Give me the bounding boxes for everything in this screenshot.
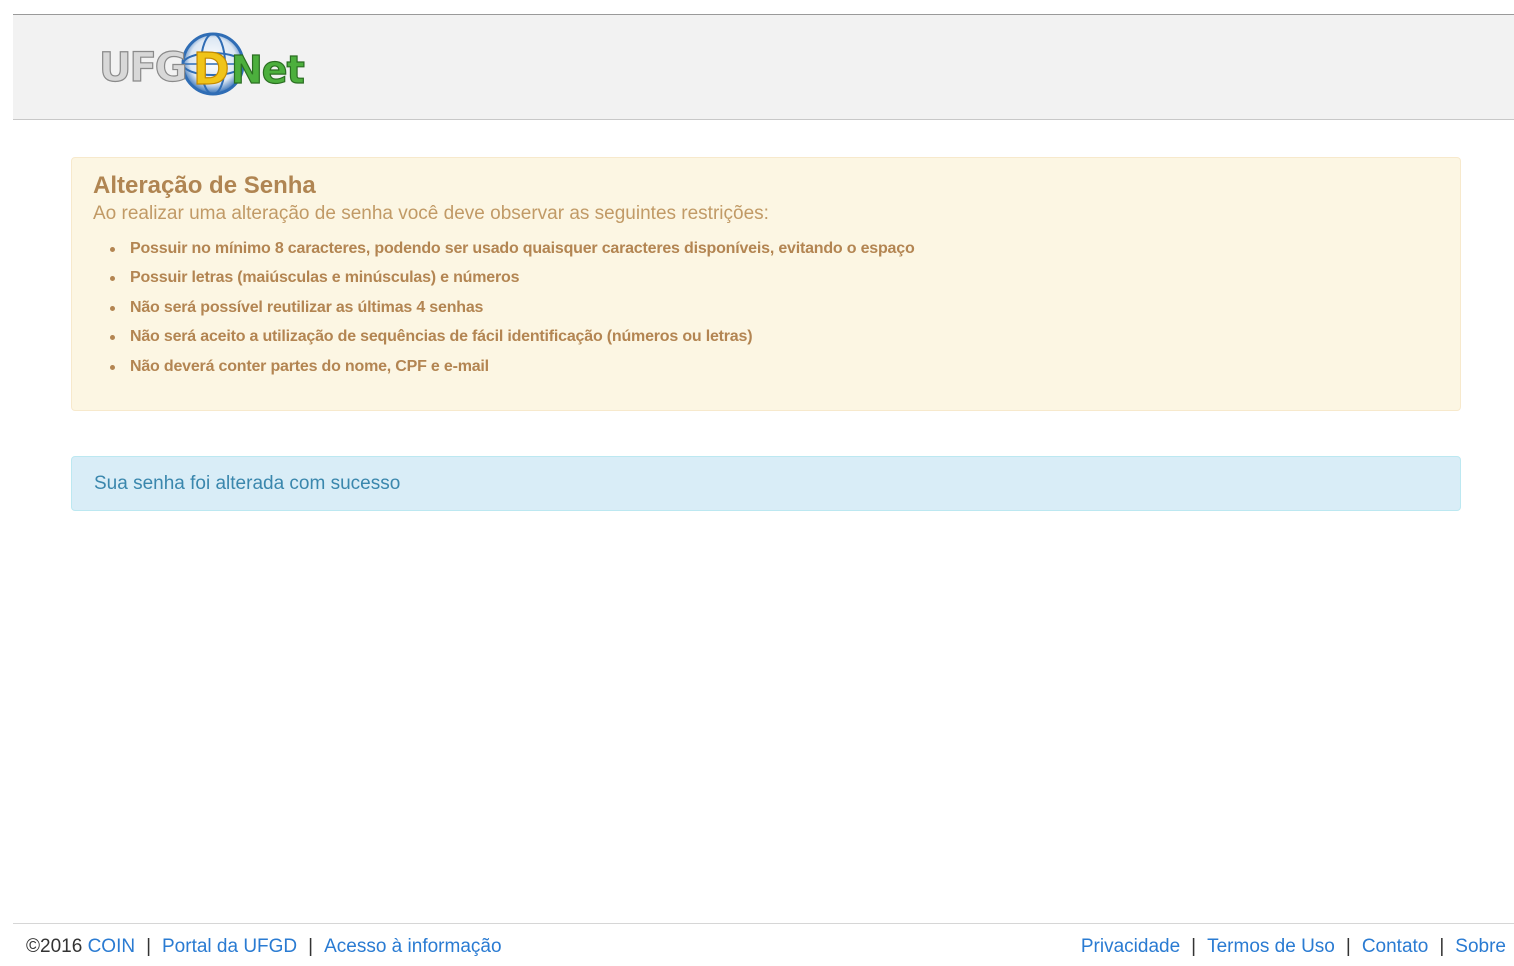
footer-link-contato[interactable]: Contato — [1362, 936, 1429, 957]
list-item: Não deverá conter partes do nome, CPF e … — [93, 352, 1439, 381]
list-item: Possuir no mínimo 8 caracteres, podendo … — [93, 234, 1439, 263]
password-rules-alert: Alteração de Senha Ao realizar uma alter… — [71, 157, 1461, 411]
alert-subtitle: Ao realizar uma alteração de senha você … — [93, 203, 769, 224]
svg-text:Net: Net — [231, 48, 305, 92]
success-alert: Sua senha foi alterada com sucesso — [71, 456, 1461, 511]
list-item: Não será aceito a utilização de sequênci… — [93, 322, 1439, 351]
separator: | — [1345, 936, 1351, 957]
list-item: Possuir letras (maiúsculas e minúsculas)… — [93, 263, 1439, 292]
svg-text:UFG: UFG — [99, 45, 186, 91]
separator: | — [308, 936, 314, 957]
footer-link-termos-de-uso[interactable]: Termos de Uso — [1207, 936, 1335, 957]
footer-right: Privacidade | Termos de Uso | Contato | Sobre — [1081, 936, 1506, 958]
footer-link-sobre[interactable]: Sobre — [1455, 936, 1506, 957]
success-message: Sua senha foi alterada com sucesso — [94, 473, 401, 494]
ufgdnet-logo[interactable]: UFG D Net — [85, 29, 305, 105]
footer-link-portal-ufgd[interactable]: Portal da UFGD — [162, 936, 297, 957]
footer-left: ©2016 COIN | Portal da UFGD | Acesso à infor… — [26, 936, 502, 958]
rule-text: Não será aceito a utilização de sequênci… — [130, 328, 753, 346]
footer-link-coin[interactable]: COIN — [88, 936, 136, 957]
footer: ©2016 COIN | Portal da UFGD | Acesso à infor… — [13, 923, 1514, 966]
bullet-icon — [110, 305, 115, 311]
page: UFG D Net Alteração de Senha Ao realizar… — [0, 0, 1514, 966]
rule-text: Possuir letras (maiúsculas e minúsculas)… — [130, 269, 520, 287]
separator: | — [1439, 936, 1445, 957]
bullet-icon — [110, 364, 115, 370]
list-item: Não será possível reutilizar as últimas … — [93, 293, 1439, 322]
svg-text:D: D — [193, 44, 230, 95]
rule-text: Possuir no mínimo 8 caracteres, podendo … — [130, 240, 915, 257]
separator: | — [1191, 936, 1197, 957]
footer-link-acesso-informacao[interactable]: Acesso à informação — [324, 936, 501, 957]
rule-text: Não deverá conter partes do nome, CPF e … — [130, 357, 489, 375]
bullet-icon — [110, 276, 115, 282]
footer-link-privacidade[interactable]: Privacidade — [1081, 936, 1180, 957]
bullet-icon — [110, 247, 115, 252]
header-bar: UFG D Net — [13, 14, 1514, 120]
copyright: ©2016 — [26, 936, 83, 957]
bullet-icon — [110, 335, 115, 341]
rules-list: Possuir no mínimo 8 caracteres, podendo … — [93, 234, 1439, 381]
separator: | — [146, 936, 151, 957]
alert-title: Alteração de Senha — [93, 172, 316, 199]
rule-text: Não será possível reutilizar as últimas … — [130, 298, 484, 316]
